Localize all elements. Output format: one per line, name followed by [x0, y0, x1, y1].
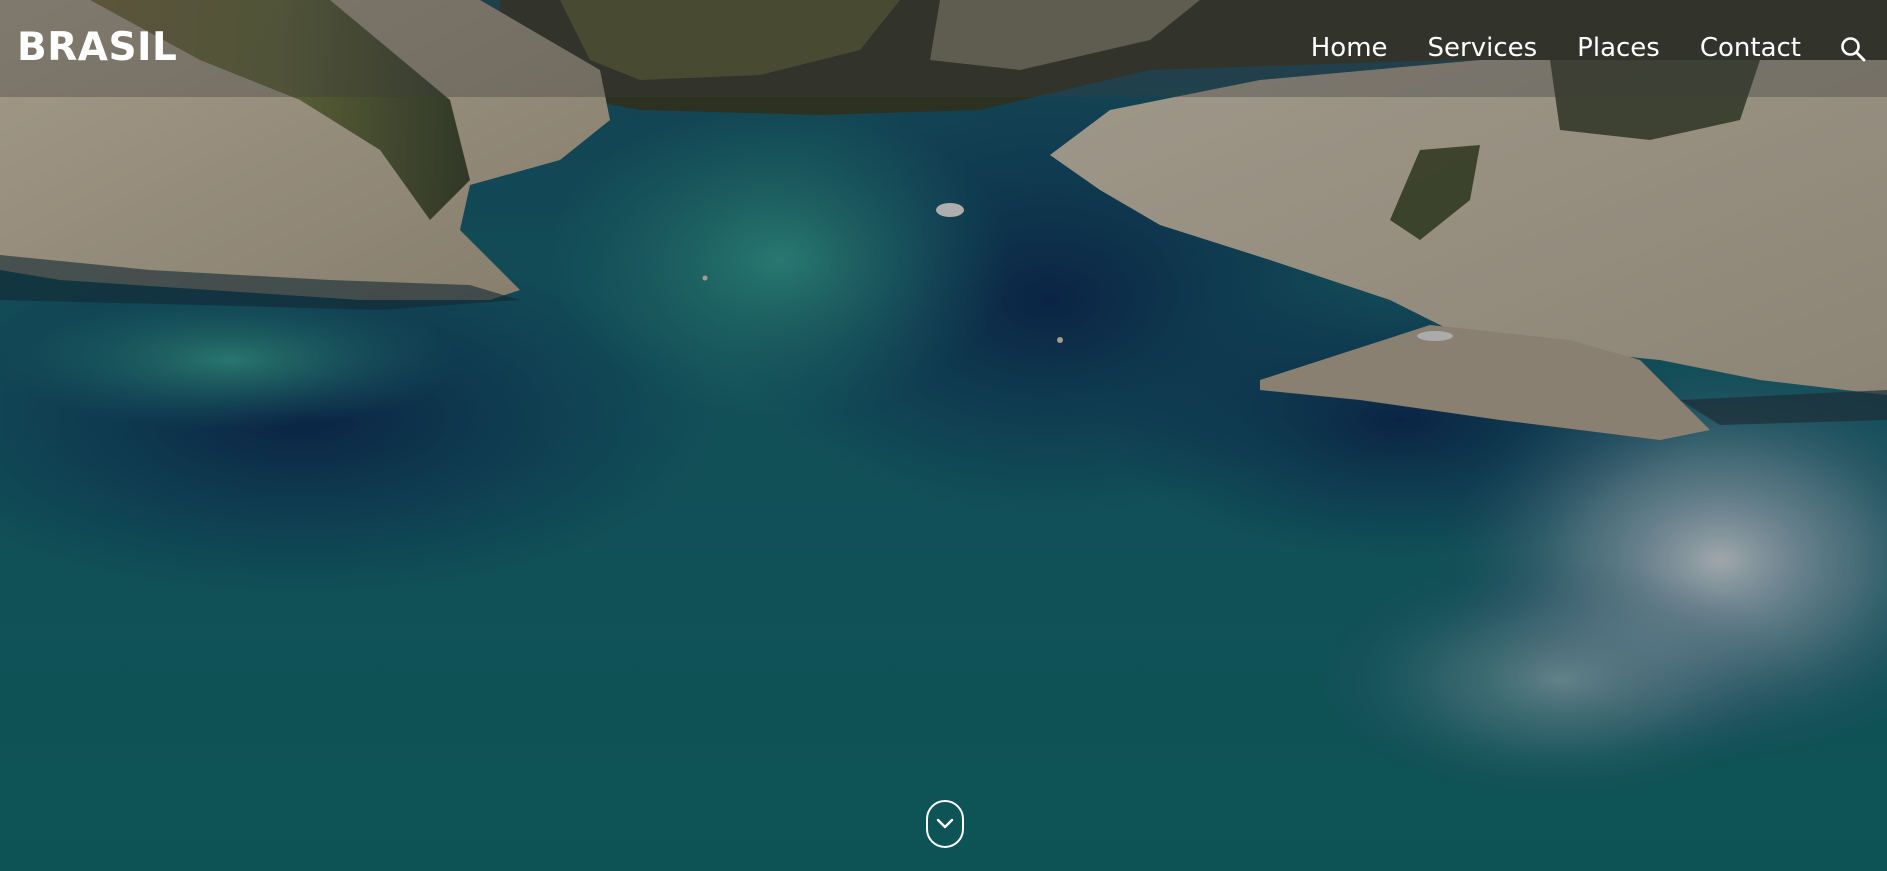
nav-places[interactable]: Places [1577, 33, 1660, 63]
top-navbar: BRASIL Home Services Places Contact [0, 0, 1887, 97]
main-nav: Home Services Places Contact [1271, 33, 1869, 65]
nav-contact[interactable]: Contact [1700, 33, 1801, 63]
nav-home[interactable]: Home [1311, 33, 1388, 63]
search-button[interactable] [1837, 33, 1869, 65]
nav-services[interactable]: Services [1428, 33, 1538, 63]
chevron-down-icon [936, 818, 954, 829]
search-icon [1841, 36, 1866, 61]
scroll-down-button[interactable] [926, 800, 964, 848]
hero-section: BRASIL Home Services Places Contact [0, 0, 1887, 871]
hero-background-image [0, 0, 1887, 871]
brand-logo[interactable]: BRASIL [17, 25, 177, 70]
